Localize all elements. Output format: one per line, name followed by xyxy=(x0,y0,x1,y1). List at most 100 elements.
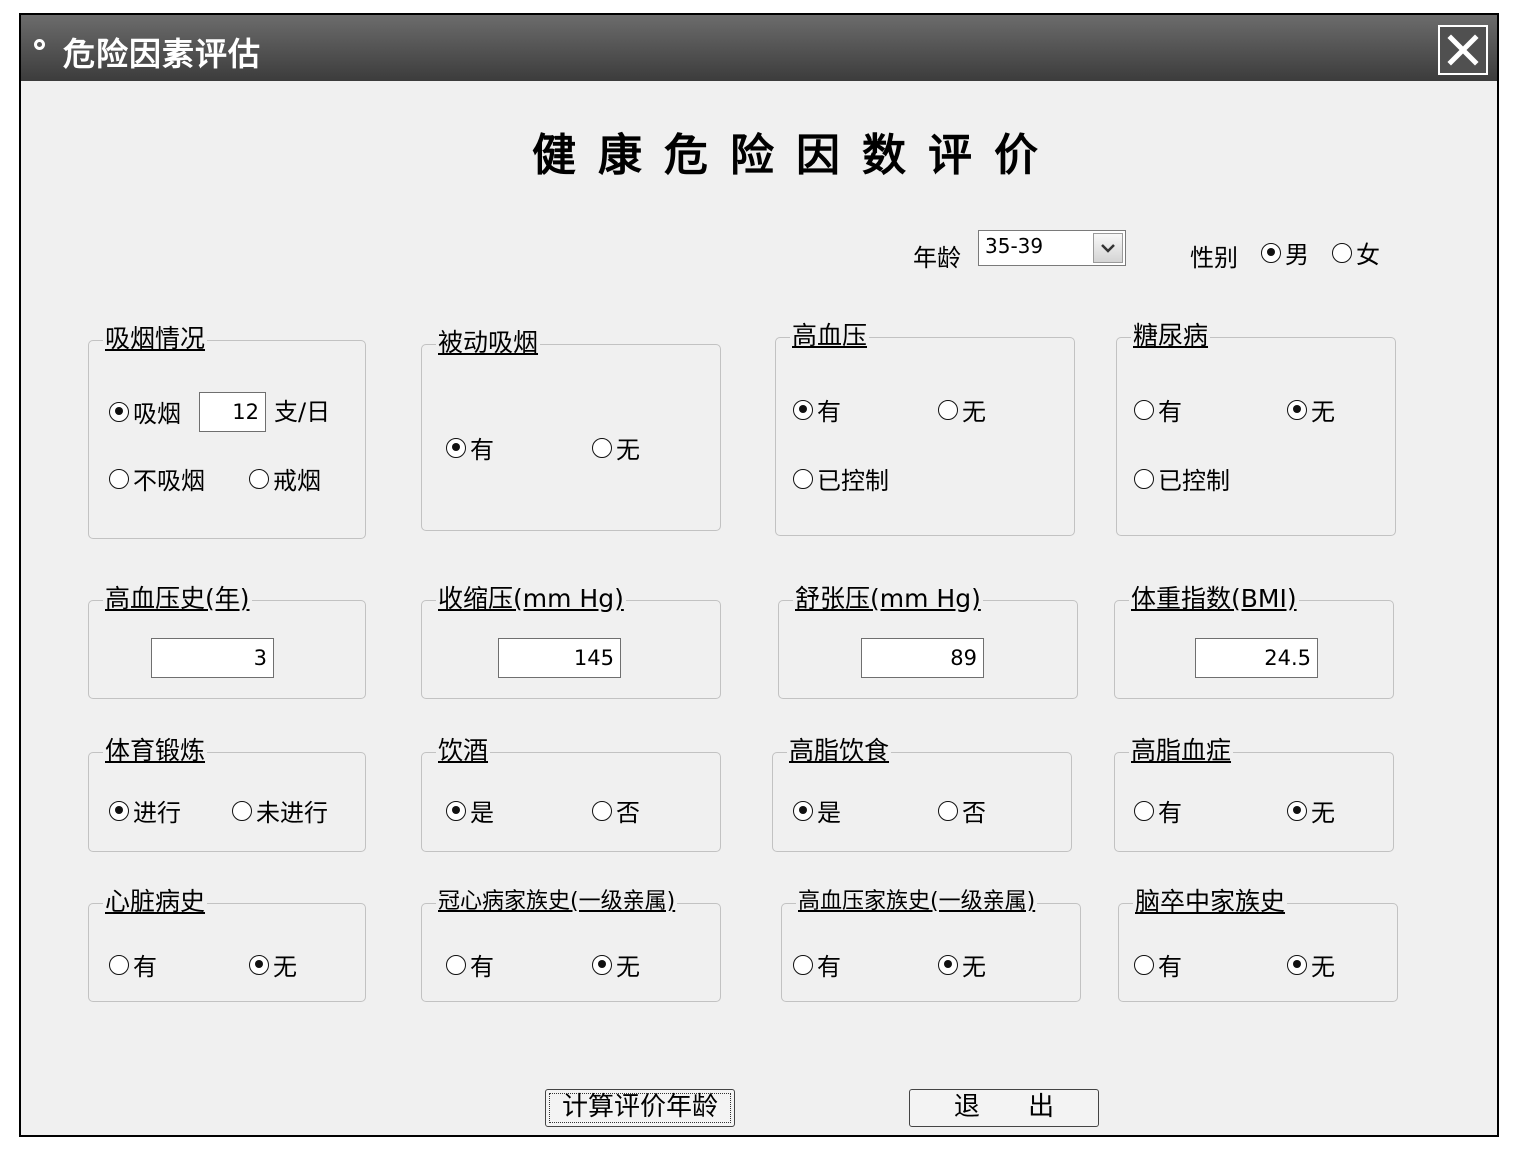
age-label: 年龄 xyxy=(913,244,961,272)
drinking-no-radio[interactable]: 否 xyxy=(592,793,640,828)
stroke-family-yes-radio[interactable]: 有 xyxy=(1134,947,1182,982)
diabetes-group: 糖尿病 有 无 已控制 xyxy=(1116,320,1396,536)
htn-family-yes-radio[interactable]: 有 xyxy=(793,947,841,982)
systolic-input[interactable] xyxy=(498,638,621,678)
hypertension-group: 高血压 有 无 已控制 xyxy=(775,320,1075,536)
drinking-yes-radio[interactable]: 是 xyxy=(446,793,494,828)
exit-button[interactable]: 退 出 xyxy=(909,1089,1099,1127)
radio-checked-icon xyxy=(249,954,269,975)
smoking-group: 吸烟情况 吸烟 支/日 不吸烟 戒烟 xyxy=(88,323,366,539)
chd-family-no-radio[interactable]: 无 xyxy=(592,947,640,982)
bmi-group: 体重指数(BMI) xyxy=(1114,583,1394,699)
form-body: 健康危险因数评价 年龄 35-39 性别 男 女 吸烟情况 吸烟 支/日 不吸烟… xyxy=(21,81,1497,1135)
hypertension-controlled-radio[interactable]: 已控制 xyxy=(793,461,889,496)
radio-unchecked-icon xyxy=(938,800,958,821)
chd-family-legend: 冠心病家族史(一级亲属) xyxy=(436,886,678,918)
window-title: 危险因素评估 xyxy=(63,35,262,73)
radio-checked-icon xyxy=(1261,242,1281,263)
chd-family-yes-radio[interactable]: 有 xyxy=(446,947,494,982)
exercise-legend: 体育锻炼 xyxy=(103,735,208,767)
radio-unchecked-icon xyxy=(1134,954,1154,975)
htn-family-no-radio[interactable]: 无 xyxy=(938,947,986,982)
diabetes-controlled-radio[interactable]: 已控制 xyxy=(1134,461,1230,496)
radio-checked-icon xyxy=(1287,399,1307,420)
exercise-group: 体育锻炼 进行 未进行 xyxy=(88,735,366,852)
gender-label: 性别 xyxy=(1190,244,1238,272)
hyperlipidemia-group: 高脂血症 有 无 xyxy=(1114,735,1394,852)
htn-family-group: 高血压家族史(一级亲属) 有 无 xyxy=(781,886,1081,1002)
smoking-no-radio[interactable]: 不吸烟 xyxy=(109,461,205,496)
radio-checked-icon xyxy=(109,800,129,821)
cigarette-unit-label: 支/日 xyxy=(274,398,331,426)
chevron-down-icon xyxy=(1101,244,1115,253)
stroke-family-no-radio[interactable]: 无 xyxy=(1287,947,1335,982)
cigarettes-per-day-input[interactable] xyxy=(199,392,266,432)
radio-unchecked-icon xyxy=(592,800,612,821)
radio-unchecked-icon xyxy=(938,399,958,420)
title-bar[interactable]: 危险因素评估 xyxy=(21,15,1497,81)
high-fat-diet-legend: 高脂饮食 xyxy=(787,735,892,767)
diabetes-legend: 糖尿病 xyxy=(1131,320,1211,352)
diastolic-legend: 舒张压(mm Hg) xyxy=(793,583,983,615)
radio-unchecked-icon xyxy=(249,468,269,489)
stroke-family-legend: 脑卒中家族史 xyxy=(1133,886,1288,918)
passive-smoking-no-radio[interactable]: 无 xyxy=(592,430,640,465)
calculate-age-button[interactable]: 计算评价年龄 xyxy=(545,1089,735,1127)
diastolic-input[interactable] xyxy=(861,638,984,678)
hyperlipidemia-no-radio[interactable]: 无 xyxy=(1287,793,1335,828)
drinking-group: 饮酒 是 否 xyxy=(421,735,721,852)
close-icon xyxy=(1447,34,1479,66)
passive-smoking-group: 被动吸烟 有 无 xyxy=(421,327,721,531)
exercise-yes-radio[interactable]: 进行 xyxy=(109,793,181,828)
heart-history-legend: 心脏病史 xyxy=(103,886,208,918)
heart-history-no-radio[interactable]: 无 xyxy=(249,947,297,982)
heart-history-yes-radio[interactable]: 有 xyxy=(109,947,157,982)
radio-checked-icon xyxy=(446,800,466,821)
hypertension-no-radio[interactable]: 无 xyxy=(938,392,986,427)
radio-unchecked-icon xyxy=(109,468,129,489)
htn-family-legend: 高血压家族史(一级亲属) xyxy=(796,886,1038,918)
radio-unchecked-icon xyxy=(1332,242,1352,263)
passive-smoking-yes-radio[interactable]: 有 xyxy=(446,430,494,465)
radio-unchecked-icon xyxy=(232,800,252,821)
bmi-input[interactable] xyxy=(1195,638,1318,678)
diastolic-group: 舒张压(mm Hg) xyxy=(778,583,1078,699)
bmi-legend: 体重指数(BMI) xyxy=(1129,583,1299,615)
high-fat-diet-no-radio[interactable]: 否 xyxy=(938,793,986,828)
chd-family-group: 冠心病家族史(一级亲属) 有 无 xyxy=(421,886,721,1002)
high-fat-diet-yes-radio[interactable]: 是 xyxy=(793,793,841,828)
hyperlipidemia-yes-radio[interactable]: 有 xyxy=(1134,793,1182,828)
radio-checked-icon xyxy=(592,954,612,975)
hypertension-years-input[interactable] xyxy=(151,638,274,678)
radio-unchecked-icon xyxy=(793,468,813,489)
age-select-value: 35-39 xyxy=(985,234,1044,258)
radio-checked-icon xyxy=(938,954,958,975)
age-select[interactable]: 35-39 xyxy=(978,230,1126,266)
diabetes-no-radio[interactable]: 无 xyxy=(1287,392,1335,427)
diabetes-yes-radio[interactable]: 有 xyxy=(1134,392,1182,427)
gender-male-radio[interactable]: 男 xyxy=(1261,235,1309,270)
high-fat-diet-group: 高脂饮食 是 否 xyxy=(772,735,1072,852)
radio-unchecked-icon xyxy=(793,954,813,975)
radio-unchecked-icon xyxy=(1134,800,1154,821)
dropdown-button[interactable] xyxy=(1093,233,1123,263)
radio-unchecked-icon xyxy=(1134,468,1154,489)
hypertension-years-group: 高血压史(年) xyxy=(88,583,366,699)
smoking-legend: 吸烟情况 xyxy=(103,323,208,355)
radio-unchecked-icon xyxy=(446,954,466,975)
systolic-legend: 收缩压(mm Hg) xyxy=(436,583,626,615)
exercise-no-radio[interactable]: 未进行 xyxy=(232,793,328,828)
hypertension-yes-radio[interactable]: 有 xyxy=(793,392,841,427)
smoking-yes-radio[interactable]: 吸烟 xyxy=(109,394,181,429)
radio-unchecked-icon xyxy=(592,437,612,458)
smoking-quit-radio[interactable]: 戒烟 xyxy=(249,461,321,496)
gender-female-radio[interactable]: 女 xyxy=(1332,235,1380,270)
hyperlipidemia-legend: 高脂血症 xyxy=(1129,735,1234,767)
radio-checked-icon xyxy=(1287,954,1307,975)
form-title: 健康危险因数评价 xyxy=(532,130,1060,181)
radio-unchecked-icon xyxy=(1134,399,1154,420)
stroke-family-group: 脑卒中家族史 有 无 xyxy=(1118,886,1398,1002)
systolic-group: 收缩压(mm Hg) xyxy=(421,583,721,699)
close-button[interactable] xyxy=(1438,25,1488,75)
radio-checked-icon xyxy=(1287,800,1307,821)
